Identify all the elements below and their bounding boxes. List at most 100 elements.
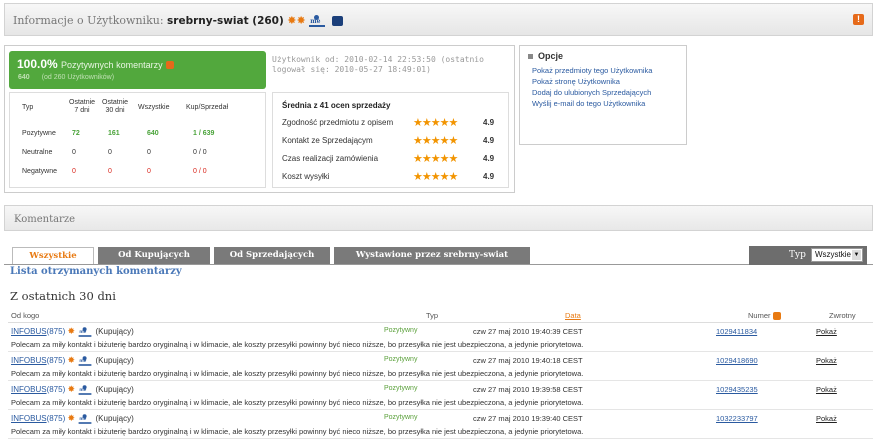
option-link[interactable]: Pokaż stronę Użytkownika <box>532 77 620 86</box>
stat-d7-cell: 72 <box>72 130 80 137</box>
author-role: (Kupujący) <box>95 414 134 424</box>
positive-percent: 100.0% Pozytywnych komentarzy <box>17 57 174 71</box>
info-icon[interactable] <box>772 312 781 321</box>
show-return-link[interactable]: Pokaż <box>816 385 837 394</box>
options-box: Opcje Pokaż przedmioty tego Użytkownika P… <box>519 45 687 145</box>
stat-all-cell: 640 <box>147 130 159 137</box>
rating-label: Czas realizacji zamówienia <box>282 154 379 163</box>
user-info-header: Informacje o Użytkowniku: srebrny-swiat … <box>4 3 873 36</box>
comment-text: Polecam za miły kontakt i biżuterię bard… <box>11 369 584 378</box>
author-role: (Kupujący) <box>95 327 134 337</box>
header-username[interactable]: srebrny-swiat (260) <box>167 15 284 27</box>
rating-star-icon: ✸ <box>67 355 76 366</box>
col-from: Od kogo <box>11 311 40 320</box>
author-rating: (875) <box>46 414 66 424</box>
stat-all-cell: 0 <box>147 149 151 156</box>
star-rating-icon: ✸✸ <box>287 14 306 27</box>
tab-given-by-user[interactable]: Wystawione przez srebrny-swiat <box>334 247 530 264</box>
ratings-title: Średnia z 41 ocen sprzedaży <box>282 101 391 110</box>
col-typ: Typ <box>22 104 34 111</box>
rating-value: 4.9 <box>483 172 495 181</box>
comment-text: Polecam za miły kontakt i biżuterię bard… <box>11 398 584 407</box>
stat-d30-cell: 0 <box>108 149 112 156</box>
stat-type-cell: Negatywne <box>22 168 58 175</box>
stat-type-cell: Pozytywne <box>22 130 56 137</box>
option-link[interactable]: Wyślij e-mail do tego Użytkownika <box>532 99 645 108</box>
comment-author: INFOBUS(875) ✸ (Kupujący) <box>11 384 134 396</box>
comment-text: Polecam za miły kontakt i biżuterię bard… <box>11 427 584 436</box>
author-nick-link[interactable]: INFOBUS <box>11 356 47 365</box>
comment-type: Pozytywny <box>384 385 418 392</box>
rating-value: 4.9 <box>483 136 495 145</box>
auction-number-link[interactable]: 1029435235 <box>716 385 758 394</box>
stat-d7-cell: 0 <box>72 149 76 156</box>
author-role: (Kupujący) <box>95 356 134 366</box>
about-me-icon[interactable] <box>309 15 326 27</box>
comment-text: Polecam za miły kontakt i biżuterię bard… <box>11 340 584 349</box>
comment-row: INFOBUS(875) ✸ (Kupujący) Pozytywny czw 27… <box>8 324 873 353</box>
col-30days: Ostatnie 30 dni <box>102 99 129 114</box>
rating-stars-icon: ★★★★★ <box>413 117 458 129</box>
rating-stars-icon: ★★★★★ <box>413 153 458 165</box>
author-nick-link[interactable]: INFOBUS <box>11 414 47 423</box>
col-return: Zwrotny <box>829 311 856 320</box>
author-rating: (875) <box>46 385 66 395</box>
show-return-link[interactable]: Pokaż <box>816 356 837 365</box>
header-divider <box>8 322 873 323</box>
col-type: Typ <box>426 311 439 320</box>
type-filter-select[interactable]: Wszystkie ▼ <box>811 248 863 262</box>
comment-type: Pozytywny <box>384 356 418 363</box>
comments-section-header: Komentarze <box>4 205 873 231</box>
about-me-icon[interactable] <box>78 356 92 366</box>
stat-kup-cell: 1 / 639 <box>193 130 215 137</box>
comment-row: INFOBUS(875) ✸ (Kupujący) Pozytywny czw 27… <box>8 411 873 440</box>
rating-stars-icon: ★★★★★ <box>413 135 458 147</box>
rating-label: Koszt wysyłki <box>282 172 330 181</box>
dropdown-arrow-icon[interactable]: ▼ <box>852 250 861 260</box>
about-me-icon[interactable] <box>78 385 92 395</box>
col-number[interactable]: Numer <box>748 311 781 321</box>
about-me-icon[interactable] <box>78 327 92 337</box>
option-link[interactable]: Dodaj do ulubionych Sprzedających <box>532 88 651 97</box>
auction-number-link[interactable]: 1029418690 <box>716 356 758 365</box>
comment-author: INFOBUS(875) ✸ (Kupujący) <box>11 355 134 367</box>
stat-d30-cell: 0 <box>108 168 112 175</box>
option-link[interactable]: Pokaż przedmioty tego Użytkownika <box>532 66 652 75</box>
author-nick-link[interactable]: INFOBUS <box>11 327 47 336</box>
received-comments-title: Lista otrzymanych komentarzy <box>10 266 182 277</box>
comment-date: czw 27 maj 2010 19:40:18 CEST <box>473 356 583 365</box>
col-date[interactable]: Data <box>565 311 581 320</box>
alert-icon[interactable]: ! <box>853 14 864 25</box>
row-divider <box>8 438 873 439</box>
show-return-link[interactable]: Pokaż <box>816 414 837 423</box>
show-return-link[interactable]: Pokaż <box>816 327 837 336</box>
author-nick-link[interactable]: INFOBUS <box>11 385 47 394</box>
member-since: Użytkownik od: 2010-02-14 22:53:50 (osta… <box>272 55 484 74</box>
ratings-box: Średnia z 41 ocen sprzedaży Zgodność prz… <box>272 92 509 188</box>
rating-star-icon: ✸ <box>67 413 76 424</box>
comment-type: Pozytywny <box>384 414 418 421</box>
rating-star-icon: ✸ <box>67 326 76 337</box>
tab-from-sellers[interactable]: Od Sprzedających <box>214 247 330 264</box>
stat-kup-cell: 0 / 0 <box>193 149 207 156</box>
info-badge-icon[interactable] <box>165 60 174 69</box>
author-role: (Kupujący) <box>95 385 134 395</box>
author-rating: (875) <box>46 327 66 337</box>
tab-divider <box>4 264 873 265</box>
about-me-icon[interactable] <box>78 414 92 424</box>
row-divider <box>8 351 873 352</box>
col-all: Wszystkie <box>138 104 170 111</box>
author-rating: (875) <box>46 356 66 366</box>
auction-number-link[interactable]: 1029411834 <box>716 327 757 336</box>
comment-type: Pozytywny <box>384 327 418 334</box>
tab-all[interactable]: Wszystkie <box>12 247 94 265</box>
comment-author: INFOBUS(875) ✸ (Kupujący) <box>11 413 134 425</box>
stat-d30-cell: 161 <box>108 130 120 137</box>
period-title: Z ostatnich 30 dni <box>10 289 116 303</box>
tab-from-buyers[interactable]: Od Kupujących <box>98 247 210 264</box>
rating-value: 4.9 <box>483 118 495 127</box>
type-filter-label: Typ <box>789 250 806 260</box>
auction-number-link[interactable]: 1032233797 <box>716 414 758 423</box>
shop-icon[interactable] <box>331 16 343 26</box>
rating-value: 4.9 <box>483 154 495 163</box>
